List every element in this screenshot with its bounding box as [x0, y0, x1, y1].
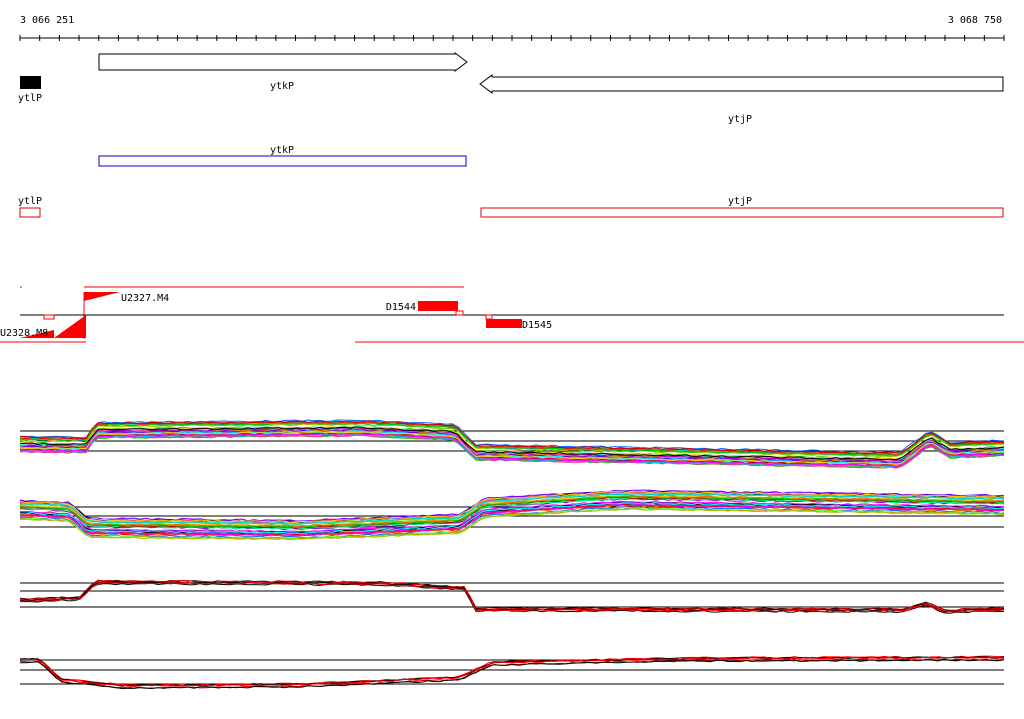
gene-label-ytlP: ytlP [18, 93, 42, 104]
promoter-D1544-tick [455, 310, 464, 316]
expression-track-2 [19, 489, 1005, 541]
promoter-label-U2327: U2327.M4 [121, 293, 169, 304]
expression-profile-line [19, 656, 1005, 687]
tu-ytjP[interactable] [480, 207, 1004, 218]
tu-label-ytlP: ytlP [18, 196, 42, 207]
tu-ytkP[interactable] [98, 155, 467, 167]
genome-browser-view: 3 066 251 3 068 750 ytlP ytkP ytjP ytkP … [0, 0, 1024, 714]
promoter-D1545-tick [485, 314, 493, 320]
coordinate-ruler: 3 066 251 3 068 750 [19, 15, 1005, 41]
genome-browser-canvas: 3 066 251 3 068 750 ytlP ytkP ytjP ytkP … [0, 15, 1024, 690]
promoter-small-box-left [43, 314, 55, 320]
gene-label-ytjP: ytjP [728, 114, 752, 125]
promoter-U2327-triangle[interactable] [84, 292, 120, 301]
expression-profile-line [19, 579, 1005, 611]
tu-label-ytjP: ytjP [728, 196, 752, 207]
tu-ytlP[interactable] [19, 207, 41, 218]
expression-profile-line [19, 579, 1005, 611]
expression-track-3 [19, 579, 1005, 614]
expression-profile-line [19, 421, 1005, 456]
transcription-unit-track: ytkP ytlP ytjP [18, 145, 1004, 218]
tu-label-ytkP: ytkP [270, 145, 294, 156]
expression-track-1 [19, 419, 1005, 469]
coordinate-end-label: 3 068 750 [948, 15, 1002, 26]
gene-label-ytkP: ytkP [270, 81, 294, 92]
promoter-label-D1545: D1545 [522, 320, 552, 331]
gene-track: ytlP ytkP ytjP [18, 52, 1004, 125]
expression-profile-line [19, 421, 1005, 456]
promoter-U2328-triangle-b[interactable] [54, 315, 86, 338]
promoter-track: U2327.M4 U2328.M8 D1544 D1545 [0, 286, 1024, 343]
promoter-D1544[interactable] [418, 301, 458, 311]
gene-ytkP-arrow[interactable] [98, 52, 468, 72]
promoter-D1545[interactable] [486, 319, 522, 328]
gene-ytlP[interactable] [20, 76, 41, 89]
coordinate-start-label: 3 066 251 [20, 15, 74, 26]
promoter-label-D1544: D1544 [386, 302, 416, 313]
expression-track-4 [19, 655, 1005, 690]
promoter-label-U2328: U2328.M8 [0, 328, 48, 339]
gene-ytjP-arrow[interactable] [479, 74, 1004, 94]
